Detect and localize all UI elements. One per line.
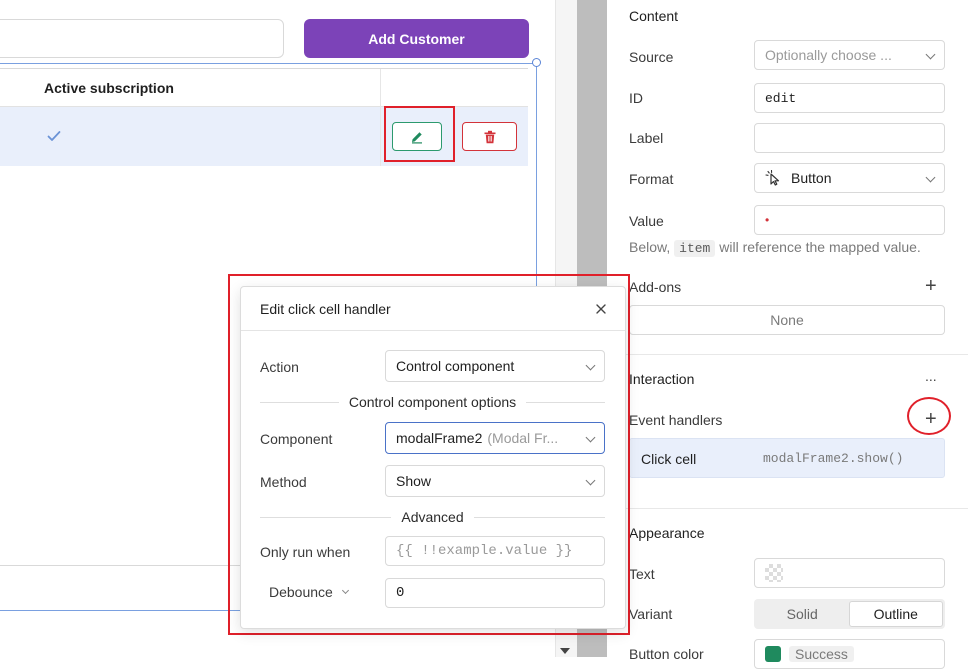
interaction-more-icon[interactable]: ...	[925, 368, 937, 384]
delete-button[interactable]	[462, 122, 517, 151]
hint-code: item	[674, 240, 716, 257]
debounce-label-text: Debounce	[269, 584, 333, 600]
section-title-content: Content	[629, 8, 679, 24]
addons-label: Add-ons	[629, 279, 682, 295]
source-placeholder: Optionally choose ...	[765, 47, 892, 63]
value-input[interactable]: •	[754, 205, 945, 235]
debounce-label[interactable]: Debounce	[269, 584, 349, 600]
resize-handle[interactable]	[532, 58, 541, 67]
variant-label: Variant	[629, 606, 673, 622]
hint-suffix: will reference the mapped value.	[719, 239, 921, 255]
variant-option-outline[interactable]: Outline	[848, 601, 943, 627]
advanced-heading: Advanced	[401, 509, 464, 525]
control-options-heading: Control component options	[348, 394, 517, 410]
inspector-panel: Content Source Optionally choose ... ID …	[607, 0, 968, 669]
mapped-value-hint: Below, item will reference the mapped va…	[629, 239, 921, 257]
button-color-label: Button color	[629, 646, 704, 662]
section-title-interaction: Interaction	[629, 371, 695, 387]
table-header: Active subscription	[0, 69, 528, 107]
chevron-down-icon	[925, 49, 936, 60]
annotation-box-edit-button	[384, 106, 455, 162]
modal-header: Edit click cell handler	[241, 287, 625, 331]
color-swatch-icon	[765, 646, 781, 662]
method-select[interactable]: Show	[385, 465, 605, 497]
id-value: edit	[765, 90, 797, 106]
chevron-down-icon	[585, 432, 596, 443]
addons-none: None	[770, 312, 804, 328]
column-divider	[380, 69, 381, 166]
column-header-active-subscription[interactable]: Active subscription	[44, 80, 174, 96]
chevron-down-icon	[585, 360, 596, 371]
close-icon[interactable]	[594, 302, 608, 316]
add-customer-button[interactable]: Add Customer	[304, 19, 529, 58]
add-addon-plus-icon[interactable]: +	[925, 276, 937, 296]
event-handler-row[interactable]: Click cell modalFrame2.show()	[629, 438, 945, 478]
scroll-down-arrow-icon[interactable]	[560, 648, 570, 654]
only-run-when-input[interactable]: {{ !!example.value }}	[385, 536, 605, 566]
modal-title: Edit click cell handler	[260, 301, 391, 317]
section-title-appearance: Appearance	[629, 525, 705, 541]
format-value: Button	[791, 170, 832, 186]
chevron-down-icon	[585, 475, 596, 486]
button-color-input[interactable]: Success	[754, 639, 945, 669]
chevron-down-icon	[925, 172, 936, 183]
advanced-divider: Advanced	[260, 509, 605, 525]
search-input[interactable]	[0, 19, 284, 58]
value-label: Value	[629, 213, 664, 229]
hint-prefix: Below,	[629, 239, 671, 255]
annotation-circle-add-handler	[907, 397, 951, 435]
button-color-value: Success	[789, 646, 854, 662]
text-color-input[interactable]	[754, 558, 945, 588]
chevron-down-icon	[341, 586, 349, 595]
method-value: Show	[396, 473, 432, 489]
control-options-divider: Control component options	[260, 394, 606, 410]
source-select[interactable]: Optionally choose ...	[754, 40, 945, 70]
format-label: Format	[629, 171, 674, 187]
value-value: •	[765, 213, 770, 227]
addons-list: None	[629, 305, 945, 335]
debounce-value: 0	[396, 585, 405, 601]
format-select[interactable]: Button	[754, 163, 945, 193]
handler-event: Click cell	[641, 451, 697, 467]
id-input[interactable]: edit	[754, 83, 945, 113]
variant-toggle[interactable]: Solid Outline	[754, 599, 945, 629]
component-value: modalFrame2	[396, 430, 483, 446]
section-separator	[607, 508, 968, 509]
id-label: ID	[629, 90, 643, 106]
action-value: Control component	[396, 358, 515, 374]
action-label: Action	[260, 359, 299, 375]
component-label: Component	[260, 431, 333, 447]
label-label: Label	[629, 130, 664, 146]
handler-code: modalFrame2.show()	[763, 451, 904, 466]
text-label: Text	[629, 566, 655, 582]
edit-handler-modal: Edit click cell handler Action Control c…	[240, 286, 626, 629]
only-run-when-label: Only run when	[260, 544, 351, 560]
debounce-input[interactable]: 0	[385, 578, 605, 608]
event-handlers-label: Event handlers	[629, 412, 723, 428]
check-icon	[47, 131, 61, 141]
label-input[interactable]	[754, 123, 945, 153]
method-label: Method	[260, 474, 307, 490]
trash-icon	[484, 130, 495, 143]
action-select[interactable]: Control component	[385, 350, 605, 382]
component-select[interactable]: modalFrame2 (Modal Fr...	[385, 422, 605, 454]
component-type-hint: (Modal Fr...	[487, 430, 559, 446]
section-separator	[607, 354, 968, 355]
only-run-when-placeholder: {{ !!example.value }}	[396, 543, 573, 559]
variant-option-solid[interactable]: Solid	[756, 601, 849, 627]
cursor-click-icon	[765, 170, 780, 186]
transparent-swatch-icon	[765, 564, 783, 582]
source-label: Source	[629, 49, 674, 65]
